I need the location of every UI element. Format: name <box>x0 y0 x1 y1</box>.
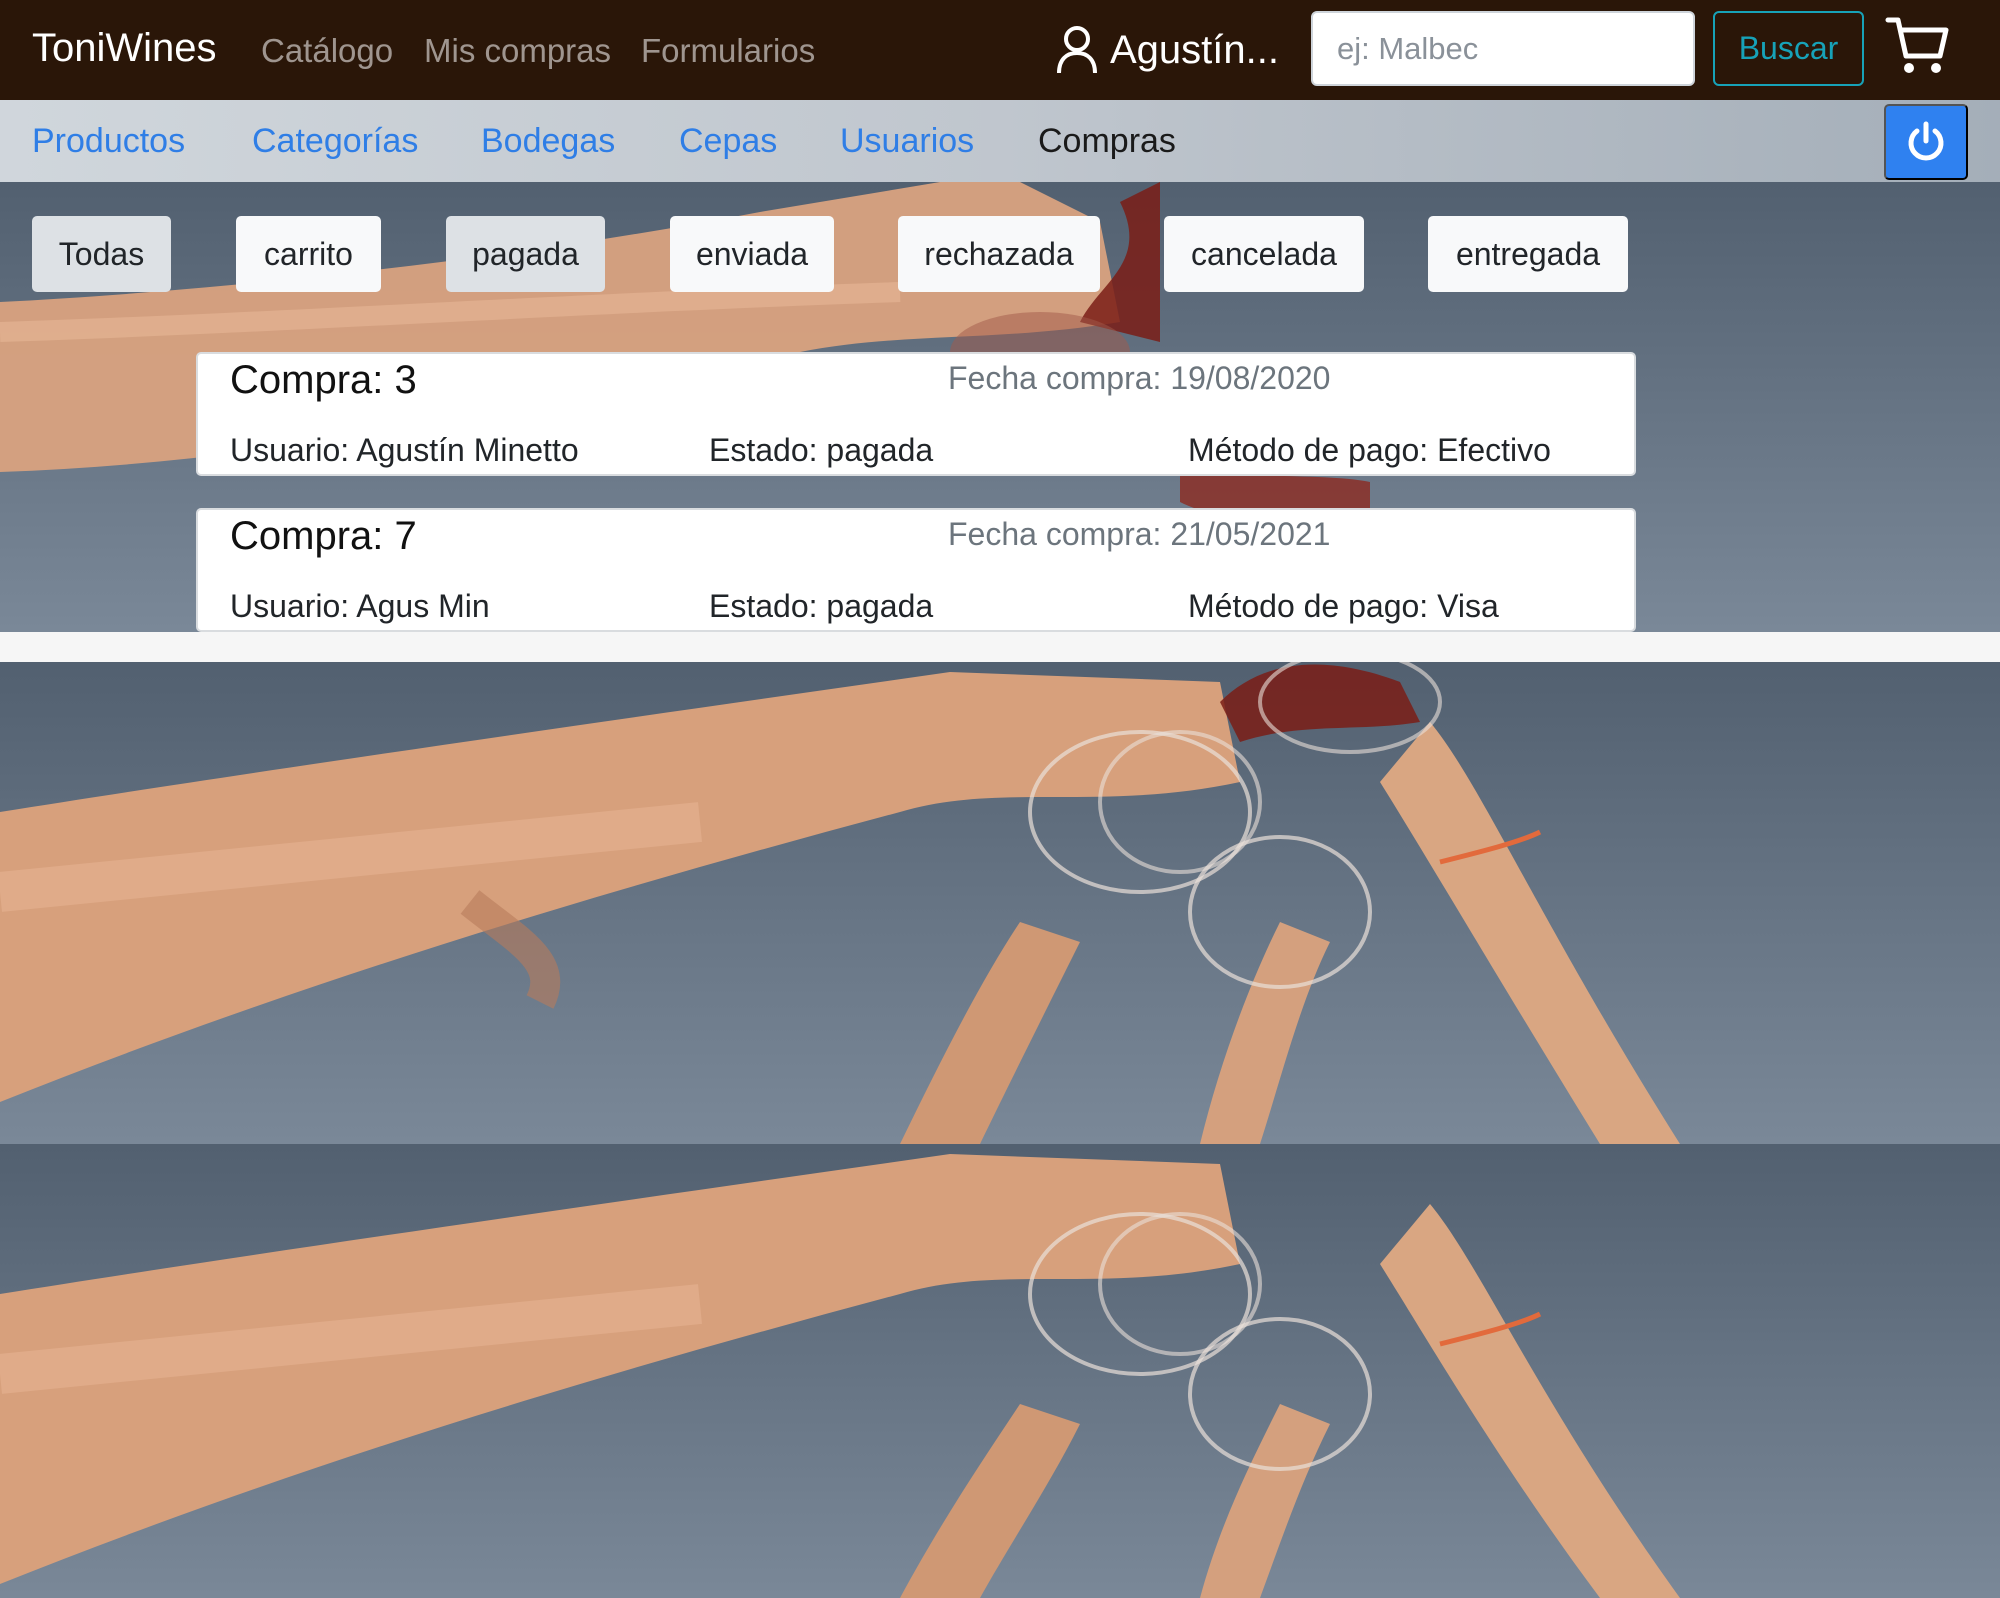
admin-subnav: Productos Categorías Bodegas Cepas Usuar… <box>0 100 2000 182</box>
purchase-state: Estado: pagada <box>709 432 934 468</box>
purchase-date: Fecha compra: 19/08/2020 <box>948 360 1331 396</box>
user-name: Agustín... <box>1110 27 1279 72</box>
subnav-link-bodegas[interactable]: Bodegas <box>481 122 615 161</box>
subnav-link-categorias[interactable]: Categorías <box>252 122 418 161</box>
filter-carrito-button[interactable]: carrito <box>236 216 381 292</box>
search-input[interactable] <box>1311 11 1695 86</box>
subnav-link-usuarios[interactable]: Usuarios <box>840 122 974 161</box>
purchase-title: Compra: 3 <box>230 358 417 402</box>
filter-rechazada-button[interactable]: rechazada <box>898 216 1100 292</box>
nav-link-formularios[interactable]: Formularios <box>641 32 815 70</box>
filter-cancelada-button[interactable]: cancelada <box>1164 216 1364 292</box>
purchase-state: Estado: pagada <box>709 588 934 624</box>
power-icon <box>1908 121 1944 161</box>
filter-enviada-button[interactable]: enviada <box>670 216 834 292</box>
nav-link-catalogo[interactable]: Catálogo <box>261 32 393 70</box>
filter-entregada-button[interactable]: entregada <box>1428 216 1628 292</box>
user-icon <box>1057 26 1097 74</box>
purchase-title: Compra: 7 <box>230 514 417 558</box>
subnav-link-cepas[interactable]: Cepas <box>679 122 777 161</box>
background-photo <box>0 1144 2000 1598</box>
purchase-card[interactable]: Compra: 7 Fecha compra: 21/05/2021 Usuar… <box>196 508 1636 632</box>
purchase-card[interactable]: Compra: 3 Fecha compra: 19/08/2020 Usuar… <box>196 352 1636 476</box>
filter-todas-button[interactable]: Todas <box>32 216 171 292</box>
subnav-link-compras[interactable]: Compras <box>1038 122 1176 161</box>
brand-link[interactable]: ToniWines <box>32 26 217 71</box>
user-menu[interactable]: Agustín... <box>1056 24 1279 76</box>
purchase-payment-method: Método de pago: Visa <box>1188 588 1499 624</box>
purchase-date: Fecha compra: 21/05/2021 <box>948 516 1331 552</box>
top-navbar: ToniWines Catálogo Mis compras Formulari… <box>0 0 2000 100</box>
purchase-user: Usuario: Agustín Minetto <box>230 432 579 468</box>
purchase-user: Usuario: Agus Min <box>230 588 490 624</box>
logout-button[interactable] <box>1884 104 1968 180</box>
nav-link-mis-compras[interactable]: Mis compras <box>424 32 611 70</box>
cart-icon[interactable] <box>1884 12 1950 78</box>
search-button[interactable]: Buscar <box>1713 11 1864 86</box>
separator-strip <box>0 632 2000 662</box>
subnav-link-productos[interactable]: Productos <box>32 122 185 161</box>
filter-pagada-button[interactable]: pagada <box>446 216 605 292</box>
purchase-payment-method: Método de pago: Efectivo <box>1188 432 1551 468</box>
background-photo <box>0 662 2000 1144</box>
